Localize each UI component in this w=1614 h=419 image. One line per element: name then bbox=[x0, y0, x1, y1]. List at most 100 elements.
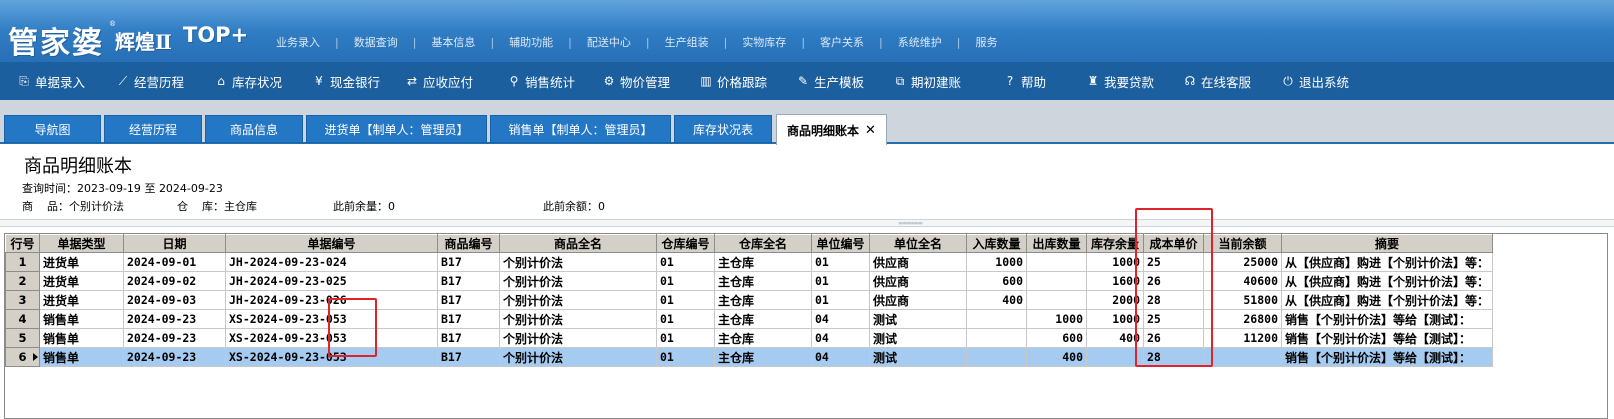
table-cell: 供应商 bbox=[869, 271, 967, 291]
table-cell: 1000 bbox=[1026, 309, 1087, 329]
top-menu-item-3[interactable]: 基本信息 bbox=[431, 34, 475, 50]
table-cell: 26 bbox=[1143, 328, 1204, 348]
table-cell: 01 bbox=[811, 290, 870, 310]
table-cell[interactable]: 3 bbox=[5, 290, 40, 310]
product-info: 商 品：个别计价法 bbox=[22, 198, 124, 214]
table-row[interactable]: 5 销售单 2024-09-23 XS-2024-09-23-053 B17 个别计价法 0… bbox=[5, 328, 1494, 348]
table-cell[interactable]: 4 bbox=[5, 309, 40, 329]
toolbar-button-2[interactable]: ⟋ 经营历程 bbox=[115, 62, 184, 100]
top-menu-item-5[interactable]: 配送中心 bbox=[587, 34, 631, 50]
query-label: 查询时间： bbox=[22, 182, 77, 195]
column-header[interactable]: 成本单价 bbox=[1143, 234, 1204, 253]
table-cell: B17 bbox=[437, 290, 500, 310]
column-header[interactable]: 商品全名 bbox=[499, 234, 657, 253]
top-menu-item-6[interactable]: 生产组装 bbox=[665, 34, 709, 50]
column-header[interactable]: 仓库编号 bbox=[656, 234, 715, 253]
toolbar-button-label: 经营历程 bbox=[134, 74, 185, 90]
table-cell[interactable]: 5 bbox=[5, 328, 40, 348]
table-row[interactable]: 2 进货单 2024-09-02 JH-2024-09-23-025 B17 个别计价法 0… bbox=[5, 271, 1494, 291]
top-menu-item-4[interactable]: 辅助功能 bbox=[509, 34, 553, 50]
table-cell[interactable]: 2 bbox=[5, 271, 40, 291]
toolbar-button-12[interactable]: ♜ 我要贷款 bbox=[1085, 62, 1154, 100]
toolbar-button-7[interactable]: ⚙ 物价管理 bbox=[601, 62, 670, 100]
tab-4[interactable]: 进货单【制单人：管理员】 bbox=[306, 115, 487, 143]
splitter-grip[interactable]: »»»»»»»»» bbox=[898, 220, 923, 227]
tab-5[interactable]: 销售单【制单人：管理员】 bbox=[490, 115, 671, 143]
toolbar-button-6[interactable]: ⚲ 销售统计 bbox=[506, 62, 575, 100]
table-cell: 11200 bbox=[1203, 328, 1282, 348]
toolbar-button-label: 应收应付 bbox=[423, 74, 474, 90]
column-header[interactable]: 行号 bbox=[5, 234, 40, 253]
wrench-icon: ✎ bbox=[797, 74, 809, 88]
column-header[interactable]: 日期 bbox=[123, 234, 226, 253]
table-cell: 个别计价法 bbox=[499, 328, 657, 348]
table-row[interactable]: 6 销售单 2024-09-23 XS-2024-09-23-053 B17 个别计价法 0… bbox=[5, 347, 1494, 367]
table-cell: 测试 bbox=[869, 309, 967, 329]
column-header[interactable]: 摘要 bbox=[1280, 234, 1494, 253]
table-cell: 01 bbox=[811, 252, 870, 272]
table-row[interactable]: 4 销售单 2024-09-23 XS-2024-09-23-053 B17 个别计价法 0… bbox=[5, 309, 1494, 329]
table-cell[interactable]: 6 bbox=[5, 347, 40, 367]
top-menu-item-10[interactable]: 服务 bbox=[975, 34, 997, 50]
toolbar-button-8[interactable]: ▥ 价格跟踪 bbox=[698, 62, 767, 100]
tab-label: 商品明细账本 bbox=[787, 123, 860, 138]
top-menu-item-2[interactable]: 数据查询 bbox=[354, 34, 398, 50]
toolbar-button-1[interactable]: ⎘ 单据录入 bbox=[16, 62, 85, 100]
line-chart-icon: ⟋ bbox=[118, 73, 128, 88]
column-header[interactable]: 单据编号 bbox=[225, 234, 438, 253]
toolbar-button-13[interactable]: ☊ 在线客服 bbox=[1182, 62, 1251, 100]
toolbar-button-4[interactable]: ¥ 现金银行 bbox=[311, 62, 380, 100]
column-header[interactable]: 单据类型 bbox=[39, 234, 124, 253]
top-menu-item-7[interactable]: 实物库存 bbox=[742, 34, 786, 50]
column-header[interactable]: 商品编号 bbox=[437, 234, 500, 253]
tab-3[interactable]: 商品信息 bbox=[205, 115, 303, 143]
product-label: 商 品： bbox=[22, 200, 69, 213]
query-date-from: 2023-09-19 bbox=[77, 182, 141, 195]
headset-icon: ☊ bbox=[1184, 74, 1196, 88]
prev-qty-value: 0 bbox=[388, 200, 395, 213]
table-cell: 主仓库 bbox=[714, 290, 812, 310]
table-cell bbox=[966, 309, 1027, 329]
column-header[interactable]: 出库数量 bbox=[1026, 234, 1087, 253]
table-cell[interactable]: 1 bbox=[5, 252, 40, 272]
tab-label: 库存状况表 bbox=[692, 122, 753, 137]
top-menu-item-1[interactable]: 业务录入 bbox=[276, 34, 320, 50]
tab-1[interactable]: 导航图 bbox=[4, 115, 101, 143]
table-cell: 2024-09-02 bbox=[123, 271, 226, 291]
logo-main-text: 管家婆 bbox=[8, 26, 104, 61]
toolbar-button-10[interactable]: ⧉ 期初建账 bbox=[892, 62, 961, 100]
panel-splitter[interactable]: »»»»»»»»» bbox=[0, 219, 1614, 227]
column-header[interactable]: 仓库全名 bbox=[714, 234, 812, 253]
table-cell: 主仓库 bbox=[714, 347, 812, 367]
table-cell: 25 bbox=[1143, 252, 1204, 272]
column-header[interactable]: 单位全名 bbox=[869, 234, 967, 253]
table-cell bbox=[1026, 271, 1087, 291]
toolbar-button-9[interactable]: ✎ 生产模板 bbox=[795, 62, 864, 100]
toolbar-button-14[interactable]: ⏻ 退出系统 bbox=[1280, 62, 1349, 100]
table-cell: B17 bbox=[437, 309, 500, 329]
search-icon: ⚲ bbox=[509, 74, 519, 88]
table-row[interactable]: 1 进货单 2024-09-01 JH-2024-09-23-024 B17 个别计价法 0… bbox=[5, 252, 1494, 272]
table-cell: 销售【个别计价法】等给【测试】： bbox=[1280, 309, 1494, 329]
table-row[interactable]: 3 进货单 2024-09-03 JH-2024-09-23-026 B17 个别计价法 0… bbox=[5, 290, 1494, 310]
tab-2[interactable]: 经营历程 bbox=[104, 115, 202, 143]
tab-6[interactable]: 库存状况表 bbox=[674, 115, 772, 143]
toolbar-button-11[interactable]: ? 帮助 bbox=[1002, 62, 1046, 100]
column-header[interactable]: 入库数量 bbox=[966, 234, 1027, 253]
prev-qty-info: 此前余量：0 bbox=[333, 198, 395, 214]
top-menu-item-9[interactable]: 系统维护 bbox=[898, 34, 942, 50]
table-cell: 400 bbox=[1086, 328, 1144, 348]
top-menu-item-8[interactable]: 客户关系 bbox=[820, 34, 864, 50]
toolbar-button-5[interactable]: ⇄ 应收应付 bbox=[404, 62, 473, 100]
toolbar-button-label: 期初建账 bbox=[911, 74, 962, 90]
table-header-row: 行号 单据类型 日期 单据编号 商品编号 商品全名 仓库编号 仓库全名 单位编号 单位全名 入库数量… bbox=[5, 234, 1494, 253]
column-header[interactable]: 当前余额 bbox=[1203, 234, 1282, 253]
close-icon[interactable]: ✕ bbox=[865, 123, 876, 138]
toolbar-button-3[interactable]: ⌂ 库存状况 bbox=[213, 62, 282, 100]
table-cell: 个别计价法 bbox=[499, 347, 657, 367]
column-header[interactable]: 库存余量 bbox=[1086, 234, 1144, 253]
table-cell: 04 bbox=[811, 328, 870, 348]
column-header[interactable]: 单位编号 bbox=[811, 234, 870, 253]
query-range: 查询时间：2023-09-19 至 2024-09-23 bbox=[22, 180, 223, 196]
tab-7[interactable]: 商品明细账本 ✕ bbox=[776, 114, 887, 145]
